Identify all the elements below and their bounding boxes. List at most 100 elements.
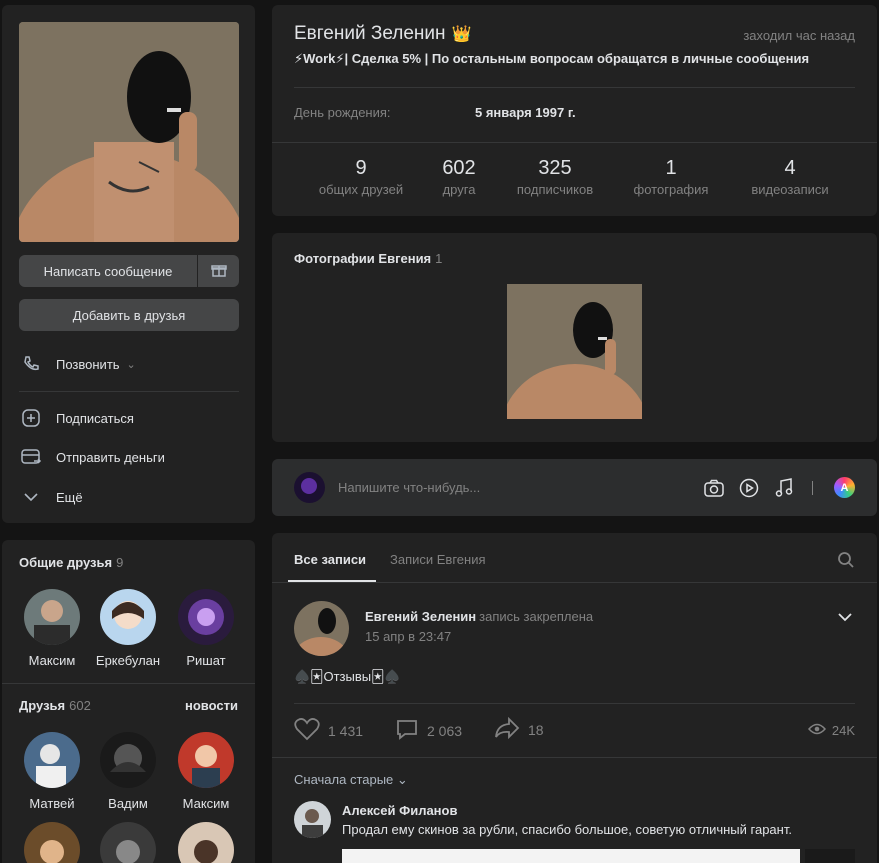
comment-author[interactable]: Алексей Филанов — [342, 803, 457, 818]
more-label: Ещё — [56, 489, 83, 505]
photo-thumbnail[interactable] — [507, 284, 642, 419]
crown-icon: 👑 — [451, 26, 472, 43]
shares-count: 18 — [528, 721, 544, 738]
divider — [272, 757, 877, 758]
counter-videos[interactable]: 4 видеозаписи — [744, 157, 836, 197]
online-status: заходил час назад — [743, 28, 855, 43]
chevron-down-icon: ⌄ — [126, 358, 136, 371]
gift-icon — [210, 262, 227, 281]
comment-attachment[interactable] — [805, 849, 855, 863]
friend[interactable]: Вадим — [92, 732, 164, 811]
composer-input[interactable]: Напишите что-нибудь... — [338, 480, 480, 495]
birthday-label: День рождения: — [294, 105, 391, 120]
likes-count: 1 431 — [328, 722, 364, 739]
friends-card: Общие друзья 9 Максим Еркебулан Ришат Дру… — [2, 540, 255, 863]
comments-sort-dropdown[interactable]: Сначала старые ⌄ — [294, 772, 408, 788]
counter-friends[interactable]: 602 друга — [429, 157, 489, 197]
comment-attachment[interactable] — [342, 849, 800, 863]
divider — [294, 87, 855, 88]
money-transfer-icon — [19, 445, 43, 469]
more-action[interactable]: Ещё — [19, 485, 83, 509]
music-icon[interactable] — [772, 476, 796, 500]
birthday-value[interactable]: 5 января 1997 г. — [475, 105, 576, 120]
heart-icon — [294, 717, 320, 744]
friend-name: Вадим — [108, 796, 148, 811]
divider — [2, 683, 255, 684]
avatar — [100, 589, 156, 645]
ai-assistant-icon[interactable]: A — [834, 477, 855, 498]
friend-name: Ришат — [186, 653, 226, 668]
divider — [272, 582, 877, 583]
mutual-friend[interactable]: Ришат — [170, 589, 242, 668]
avatar — [100, 822, 156, 863]
call-label: Позвонить — [56, 356, 120, 372]
send-money-action[interactable]: Отправить деньги — [19, 445, 165, 469]
avatar — [178, 822, 234, 863]
profile-sidebar-card: Написать сообщение Добавить в друзья Поз… — [2, 5, 255, 523]
subscribe-action[interactable]: Подписаться — [19, 406, 134, 430]
wall-card: Все записи Записи Евгения Евгений Зелени… — [272, 533, 877, 863]
add-friend-button[interactable]: Добавить в друзья — [19, 299, 239, 331]
divider — [19, 391, 239, 392]
friend[interactable]: Максим — [170, 732, 242, 811]
friend-name: Максим — [28, 653, 76, 668]
views: 24K — [807, 723, 855, 738]
divider — [272, 142, 877, 143]
friend-name: Еркебулан — [95, 653, 161, 668]
video-icon[interactable] — [737, 476, 761, 500]
friend-name: Матвей — [29, 796, 75, 811]
divider — [294, 703, 855, 704]
tab-own-posts[interactable]: Записи Евгения — [390, 552, 486, 567]
status-text: ⚡Work⚡| Сделка 5% | По остальным вопроса… — [294, 51, 810, 66]
avatar — [24, 732, 80, 788]
share-button[interactable]: 18 — [494, 716, 544, 742]
call-action[interactable]: Позвонить ⌄ — [19, 352, 136, 376]
post-text: ♠️🃏Отзывы🃏♠️ — [294, 669, 401, 684]
subscribe-label: Подписаться — [56, 410, 134, 426]
divider — [812, 481, 813, 495]
profile-name: Евгений Зеленин 👑 — [294, 23, 472, 44]
views-count: 24K — [831, 723, 855, 738]
counter-photos[interactable]: 1 фотография — [628, 157, 714, 197]
avatar — [100, 732, 156, 788]
mutual-friends-title[interactable]: Общие друзья 9 — [19, 555, 123, 570]
photos-card: Фотографии Евгения 1 — [272, 233, 877, 442]
gift-button[interactable] — [198, 255, 239, 287]
friend[interactable] — [16, 822, 88, 863]
search-icon[interactable] — [837, 551, 855, 572]
like-button[interactable]: 1 431 — [294, 717, 363, 744]
avatar — [178, 732, 234, 788]
phone-icon — [19, 352, 43, 376]
friend[interactable]: Матвей — [16, 732, 88, 811]
friend[interactable] — [92, 822, 164, 863]
profile-avatar[interactable] — [19, 22, 239, 242]
post-author[interactable]: Евгений Зеленин запись закреплена — [365, 609, 593, 624]
comments-count: 2 063 — [427, 722, 463, 739]
camera-icon[interactable] — [702, 476, 726, 500]
friends-news-link[interactable]: новости — [185, 698, 238, 713]
avatar — [294, 472, 325, 503]
tab-all-posts[interactable]: Все записи — [294, 552, 366, 567]
comment-icon — [395, 717, 419, 744]
avatar — [24, 822, 80, 863]
chevron-down-icon — [19, 485, 43, 509]
mutual-friend[interactable]: Еркебулан — [92, 589, 164, 668]
post-date[interactable]: 15 апр в 23:47 — [365, 629, 451, 644]
share-icon — [494, 716, 520, 742]
write-message-button[interactable]: Написать сообщение — [19, 255, 197, 287]
plus-circle-icon — [19, 406, 43, 430]
chevron-down-icon[interactable] — [837, 611, 853, 626]
send-money-label: Отправить деньги — [56, 449, 165, 465]
photos-title[interactable]: Фотографии Евгения 1 — [294, 251, 442, 266]
friend[interactable] — [170, 822, 242, 863]
mutual-friend[interactable]: Максим — [16, 589, 88, 668]
counter-followers[interactable]: 325 подписчиков — [508, 157, 602, 197]
comment-author-avatar[interactable] — [294, 801, 331, 838]
post-author-avatar[interactable] — [294, 601, 349, 656]
comment-text: Продал ему скинов за рубли, спасибо боль… — [342, 822, 792, 837]
friends-title[interactable]: Друзья 602 — [19, 698, 91, 713]
avatar — [178, 589, 234, 645]
counter-mutual-friends[interactable]: 9 общих друзей — [312, 157, 410, 197]
comment-button[interactable]: 2 063 — [395, 717, 462, 744]
eye-icon — [807, 723, 826, 738]
